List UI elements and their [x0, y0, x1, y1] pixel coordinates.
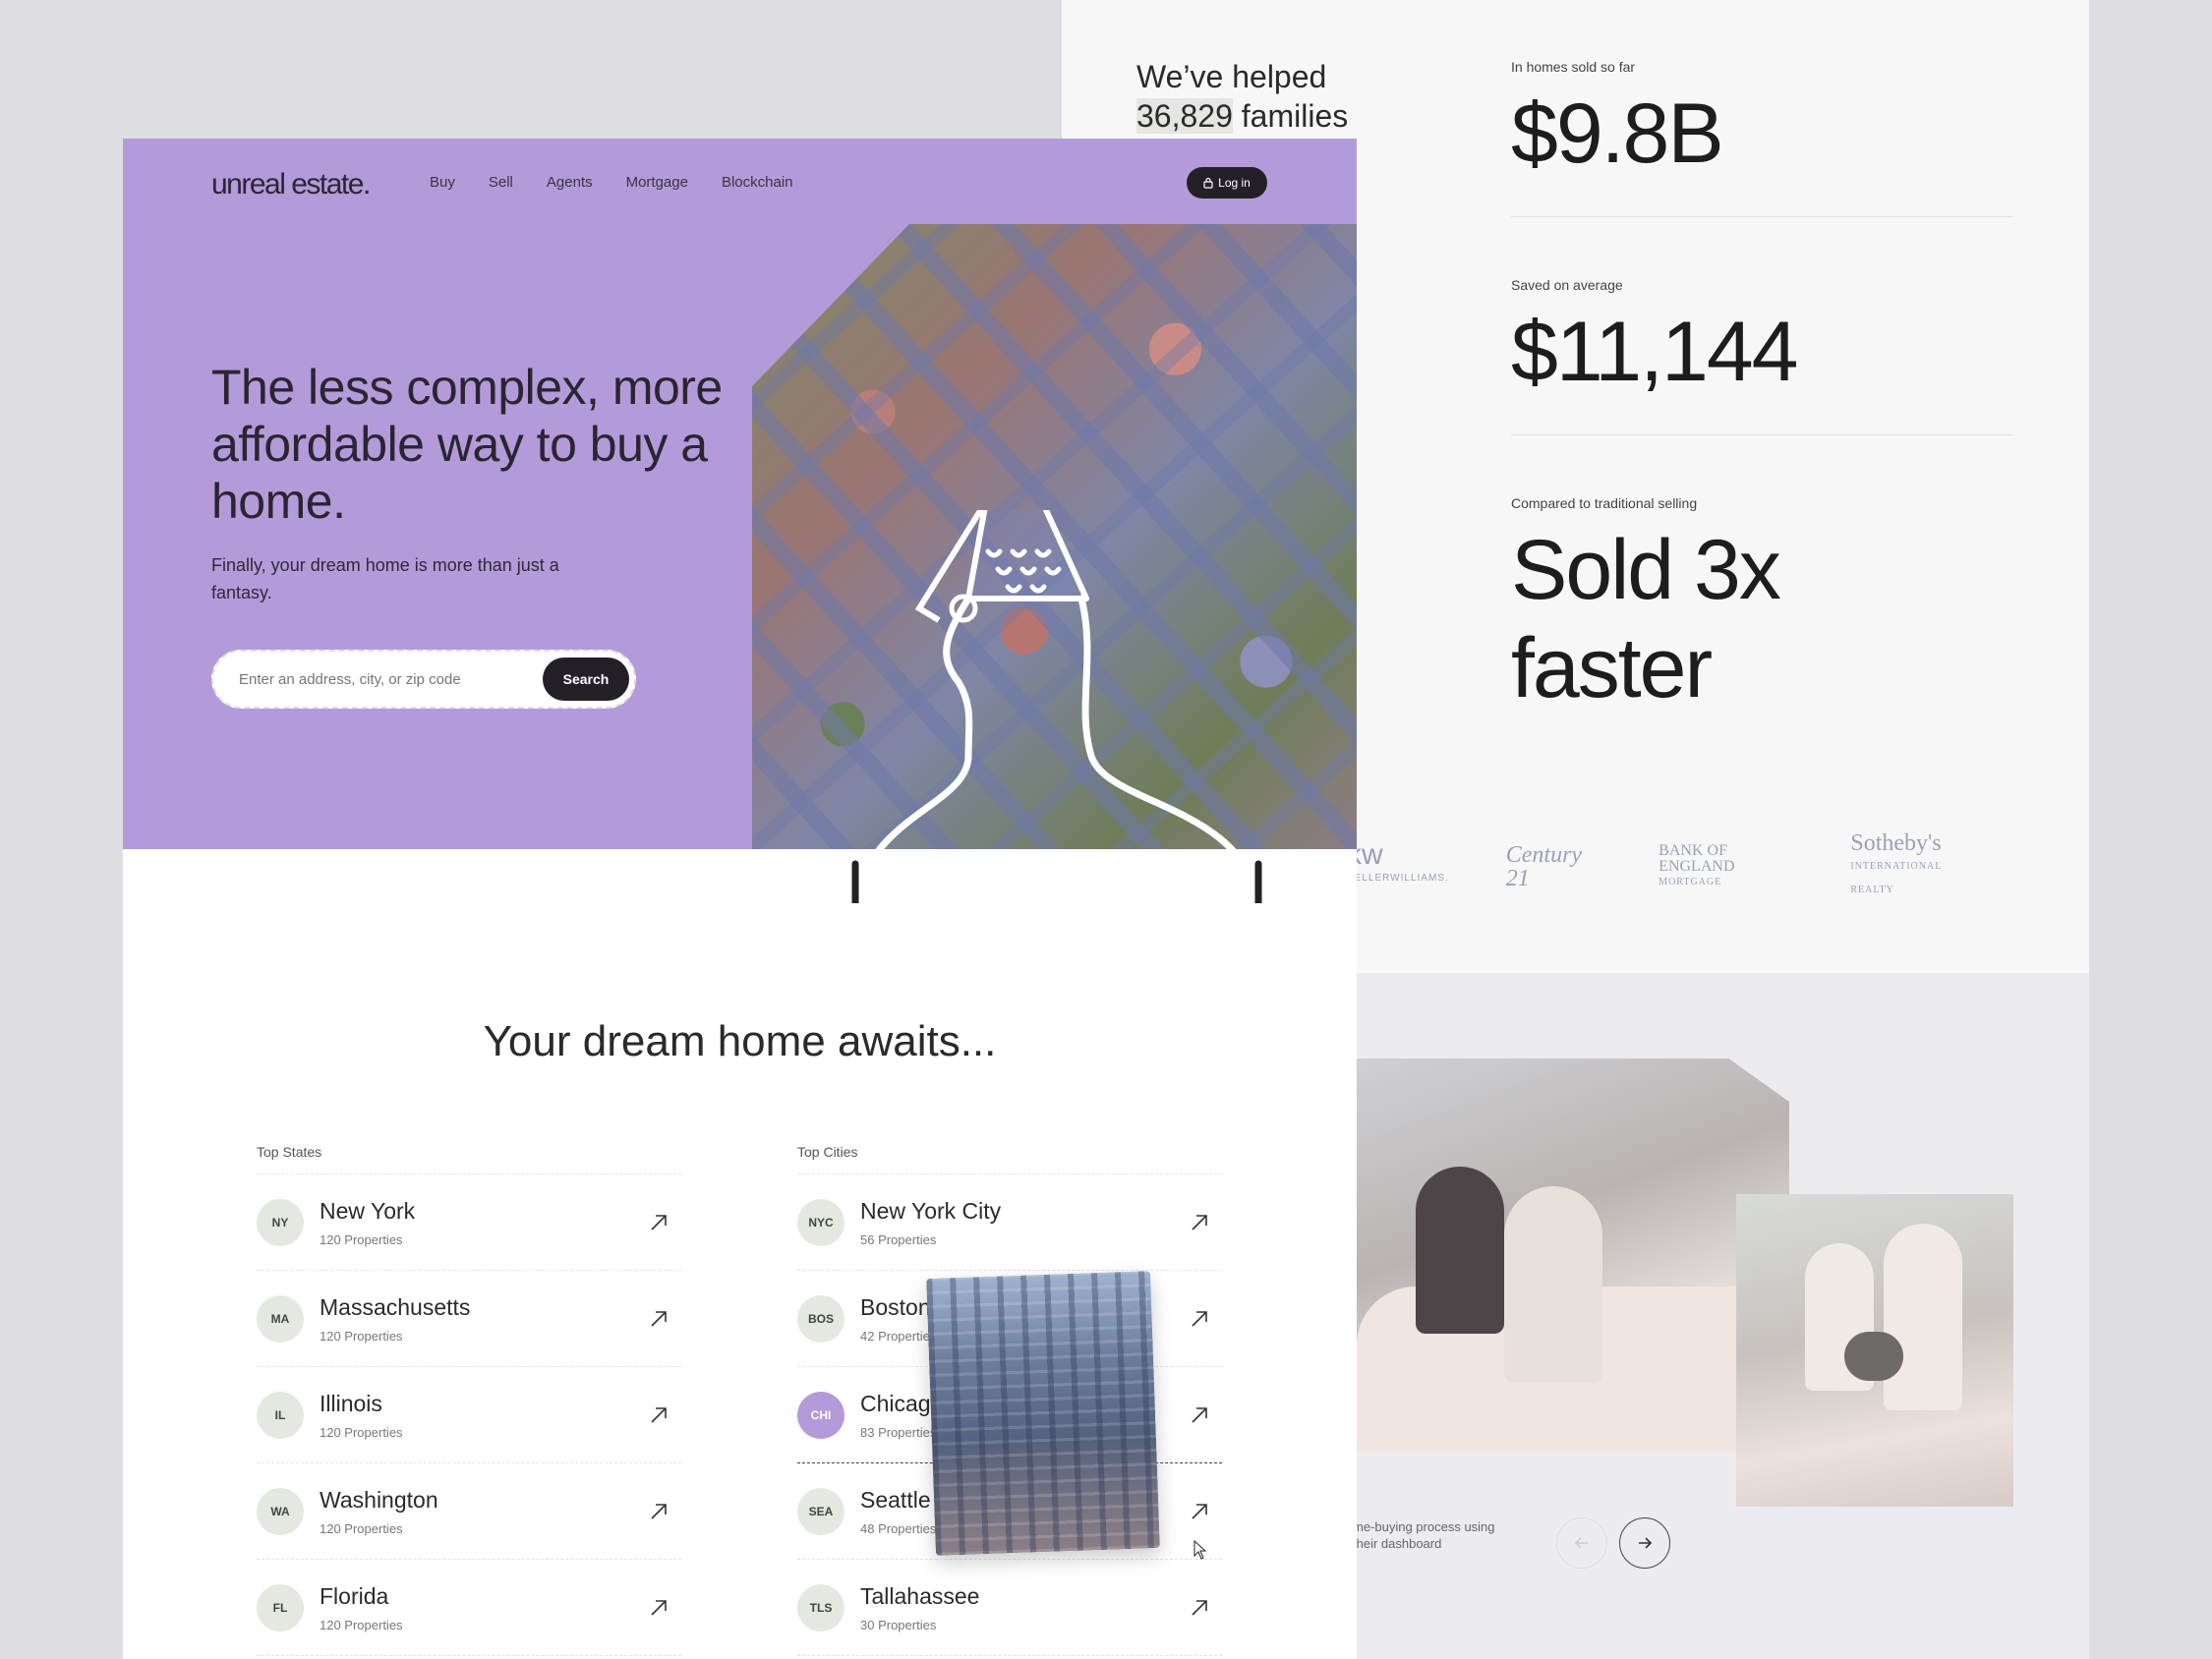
stat-value: $11,144 — [1511, 305, 1799, 399]
stat-label: In homes sold so far — [1511, 59, 1636, 75]
property-count: 30 Properties — [860, 1617, 937, 1632]
property-count: 48 Properties — [860, 1520, 937, 1536]
property-count: 56 Properties — [860, 1231, 937, 1247]
arrow-up-right-icon[interactable] — [1189, 1404, 1210, 1426]
address-search-input[interactable] — [239, 670, 543, 688]
carousel-next-button[interactable] — [1619, 1517, 1670, 1569]
arrow-up-right-icon[interactable] — [648, 1212, 669, 1233]
brand-logo[interactable]: unreal estate. — [211, 168, 371, 201]
century21-logo: Century 21 — [1505, 842, 1583, 891]
top-states-caption: Top States — [257, 1144, 681, 1174]
arrow-up-right-icon[interactable] — [1189, 1597, 1210, 1619]
sothebys-logo: Sotheby's INTERNATIONAL REALTY — [1850, 830, 1942, 895]
arrow-up-right-icon[interactable] — [648, 1597, 669, 1619]
property-count: 120 Properties — [320, 1231, 403, 1247]
stat-sold-faster: Compared to traditional selling Sold 3x … — [1511, 495, 2012, 717]
state-name: Florida — [320, 1582, 389, 1609]
stat-label: Saved on average — [1511, 277, 1623, 293]
arrow-right-icon — [1639, 1537, 1653, 1549]
partner-logos: kw KELLERWILLIAMS. Century 21 BANK OF ENG… — [1347, 831, 1976, 902]
nav-blockchain[interactable]: Blockchain — [722, 174, 793, 191]
state-name: Washington — [320, 1486, 438, 1513]
nav-agents[interactable]: Agents — [547, 174, 593, 191]
carousel-prev-button[interactable] — [1556, 1517, 1607, 1569]
city-row-tls[interactable]: TLS Tallahassee 30 Properties — [797, 1560, 1222, 1656]
nav-sell[interactable]: Sell — [489, 174, 513, 191]
helped-count: 36,829 — [1136, 98, 1233, 134]
section-title: Your dream home awaits... — [483, 1017, 997, 1065]
state-name: Massachusetts — [320, 1293, 471, 1320]
property-count: 42 Properties — [860, 1328, 937, 1344]
state-row-ny[interactable]: NY New York 120 Properties — [257, 1174, 681, 1271]
stat-label: Compared to traditional selling — [1511, 495, 1698, 511]
carousel-caption: me-buying process using their dashboard — [1353, 1519, 1495, 1551]
hero-subtitle: Finally, your dream home is more than ju… — [211, 555, 559, 602]
state-badge: FL — [257, 1583, 304, 1631]
divider — [1511, 216, 2012, 217]
couple-on-sofa-photo — [1357, 1058, 1789, 1452]
helped-prefix: We’ve helped — [1136, 59, 1327, 94]
login-button[interactable]: Log in — [1187, 167, 1267, 199]
property-count: 120 Properties — [320, 1520, 403, 1536]
city-name: New York City — [860, 1197, 1002, 1224]
city-badge: TLS — [797, 1583, 844, 1631]
state-row-fl[interactable]: FL Florida 120 Properties — [257, 1560, 681, 1656]
city-row-nyc[interactable]: NYC New York City 56 Properties — [797, 1174, 1222, 1271]
stat-value-line2: faster — [1511, 621, 1713, 715]
login-label: Log in — [1218, 176, 1251, 190]
main-nav: Buy Sell Agents Mortgage Blockchain — [430, 174, 793, 191]
state-badge: WA — [257, 1487, 304, 1535]
city-name: Seattle — [860, 1486, 931, 1513]
state-row-ma[interactable]: MA Massachusetts 120 Properties — [257, 1271, 681, 1367]
state-badge: IL — [257, 1391, 304, 1439]
top-states-list: Top States NY New York 120 Properties MA… — [257, 1144, 681, 1656]
state-row-wa[interactable]: WA Washington 120 Properties — [257, 1463, 681, 1560]
search-bar: Search — [211, 650, 636, 709]
nav-buy[interactable]: Buy — [430, 174, 455, 191]
landing-page: unreal estate. Buy Sell Agents Mortgage … — [123, 139, 1357, 1659]
property-count: 120 Properties — [320, 1328, 403, 1344]
stat-saved: Saved on average $11,144 — [1511, 277, 2012, 435]
search-button[interactable]: Search — [543, 658, 629, 701]
city-badge: CHI — [797, 1391, 844, 1439]
city-badge: BOS — [797, 1294, 844, 1343]
stat-value-line1: Sold 3x — [1511, 523, 1781, 617]
stat-homes-sold: In homes sold so far $9.8B — [1511, 59, 2012, 217]
hero-headline: The less complex, more affordable way to… — [211, 360, 723, 529]
arrow-up-right-icon[interactable] — [648, 1501, 669, 1522]
city-name: Tallahassee — [860, 1582, 980, 1609]
property-count: 120 Properties — [320, 1424, 403, 1440]
pointer-cursor-icon — [1193, 1540, 1206, 1560]
arrow-up-right-icon[interactable] — [1189, 1212, 1210, 1233]
families-helped: We’ve helped 36,829 families — [1136, 57, 1348, 136]
state-badge: MA — [257, 1294, 304, 1343]
couple-with-dog-photo — [1736, 1194, 2013, 1507]
state-name: Illinois — [320, 1390, 382, 1416]
arrow-up-right-icon[interactable] — [1189, 1308, 1210, 1330]
city-badge: NYC — [797, 1198, 844, 1246]
stat-value: $9.8B — [1511, 86, 1724, 181]
nav-mortgage[interactable]: Mortgage — [626, 174, 688, 191]
arrow-left-icon — [1574, 1537, 1588, 1549]
bank-of-england-logo: BANK OF ENGLAND MORTGAGE — [1659, 842, 1735, 888]
kellerwilliams-logo: kw KELLERWILLIAMS. — [1347, 838, 1449, 885]
helped-suffix: families — [1241, 98, 1349, 134]
arrow-up-right-icon[interactable] — [648, 1308, 669, 1330]
arrow-up-right-icon[interactable] — [648, 1404, 669, 1426]
chicago-hover-preview — [926, 1271, 1160, 1556]
property-count: 120 Properties — [320, 1617, 403, 1632]
city-badge: SEA — [797, 1487, 844, 1535]
dreamer-head-illustration — [851, 510, 1262, 903]
top-cities-caption: Top Cities — [797, 1144, 1222, 1174]
state-badge: NY — [257, 1198, 304, 1246]
stat-value: Sold 3x faster — [1511, 521, 2012, 717]
arrow-up-right-icon[interactable] — [1189, 1501, 1210, 1522]
divider — [1511, 434, 2012, 435]
lock-icon — [1203, 177, 1213, 189]
state-row-il[interactable]: IL Illinois 120 Properties — [257, 1367, 681, 1463]
state-name: New York — [320, 1197, 416, 1224]
city-name: Boston — [860, 1293, 931, 1320]
